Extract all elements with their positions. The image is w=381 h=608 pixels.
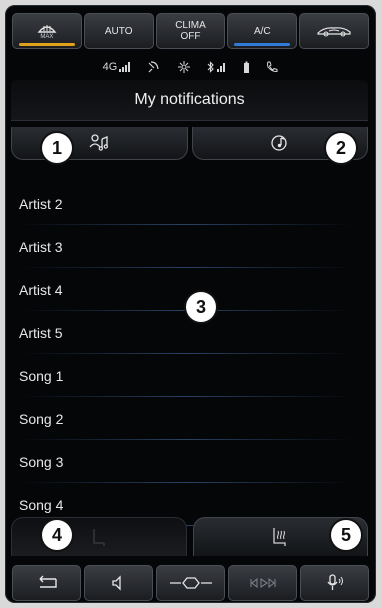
auto-label: AUTO	[104, 25, 133, 37]
infotainment-screen: MAX AUTO CLIMA OFF A/C 4G My notificatio…	[5, 5, 376, 603]
list-item-label: Artist 4	[19, 282, 63, 298]
recirculation-button[interactable]	[299, 13, 369, 49]
voice-command-icon	[326, 574, 343, 590]
recirculation-icon	[317, 27, 351, 37]
seat-icon	[93, 529, 105, 546]
network-indicator: 4G	[103, 61, 132, 73]
tab-artists[interactable]	[11, 127, 188, 160]
list-item[interactable]: Artist 3	[19, 226, 354, 269]
callout-5: 5	[331, 520, 361, 550]
list-item-label: Song 1	[19, 368, 64, 384]
signal-icon	[119, 62, 131, 72]
media-control-button[interactable]	[228, 565, 297, 601]
song-music-icon	[271, 135, 287, 151]
climate-bar: MAX AUTO CLIMA OFF A/C	[12, 13, 369, 49]
max-defrost-button[interactable]: MAX	[12, 13, 82, 49]
max-defrost-icon	[37, 25, 57, 33]
list-item[interactable]: Artist 5	[19, 312, 354, 355]
list-item[interactable]: Song 3	[19, 441, 354, 484]
seat-heat-icon	[273, 528, 286, 546]
battery-icon	[244, 61, 250, 73]
network-label: 4G	[102, 61, 118, 73]
notification-list: Artist 2 Artist 3 Artist 4 Artist 5 Song…	[19, 183, 354, 527]
voice-command-button[interactable]	[300, 565, 369, 601]
back-arrow-icon	[39, 575, 57, 588]
list-item[interactable]: Artist 2	[19, 183, 354, 226]
bluetooth-indicator	[207, 61, 227, 73]
list-item-label: Song 4	[19, 497, 64, 513]
list-item-label: Artist 5	[19, 325, 63, 341]
volume-button[interactable]	[84, 565, 153, 601]
list-item[interactable]: Song 1	[19, 355, 354, 398]
callout-4: 4	[42, 520, 72, 550]
clima-off-button[interactable]: CLIMA OFF	[155, 13, 226, 49]
ac-button[interactable]: A/C	[227, 13, 298, 49]
list-item-label: Artist 3	[19, 239, 63, 255]
list-item-label: Artist 2	[19, 196, 63, 212]
bottom-bar	[12, 565, 369, 601]
ac-label: A/C	[253, 25, 271, 37]
active-indicator	[19, 43, 75, 46]
list-item[interactable]: Song 2	[19, 398, 354, 441]
callout-3: 3	[186, 292, 216, 322]
bluetooth-icon	[207, 61, 215, 73]
back-button[interactable]	[12, 565, 81, 601]
phone-icon	[267, 61, 278, 73]
list-item-label: Song 2	[19, 411, 64, 427]
home-icon	[169, 577, 212, 589]
clima-off-label: CLIMA OFF	[175, 20, 206, 42]
callout-1: 1	[42, 133, 72, 163]
auto-button[interactable]: AUTO	[83, 13, 154, 49]
home-button[interactable]	[156, 565, 225, 601]
active-indicator	[234, 43, 291, 46]
callout-2: 2	[326, 133, 356, 163]
wifi-icon	[178, 61, 191, 73]
seat-tab[interactable]	[11, 517, 187, 556]
media-skip-icon	[249, 577, 276, 589]
status-bar: 4G	[5, 55, 376, 79]
list-item-label: Song 3	[19, 454, 64, 470]
satellite-icon	[148, 61, 159, 73]
volume-icon	[111, 575, 121, 591]
header: My notifications	[11, 80, 368, 121]
signal-icon	[217, 63, 226, 72]
page-title: My notifications	[134, 91, 245, 108]
max-label: MAX	[40, 34, 54, 40]
artist-music-icon	[89, 134, 109, 151]
